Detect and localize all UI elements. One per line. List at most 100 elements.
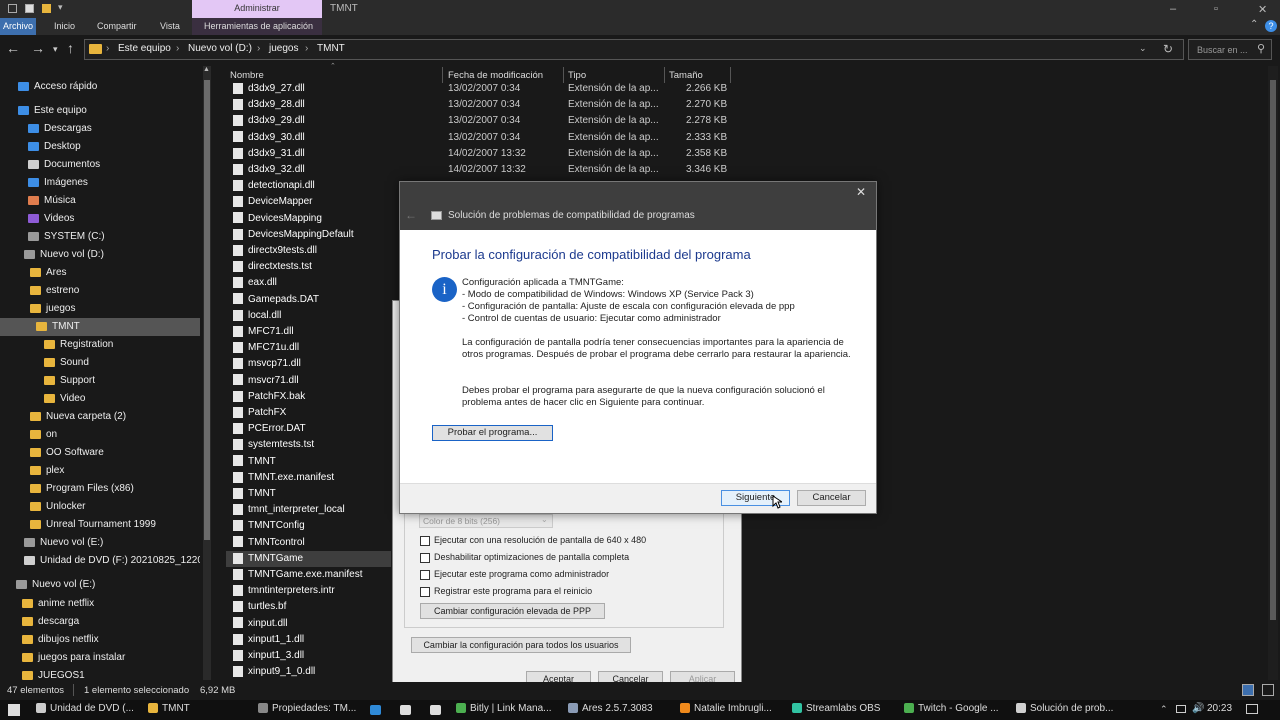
breadcrumb-nuevo-vol-d[interactable]: Nuevo vol (D:): [188, 43, 252, 54]
back-icon[interactable]: ←: [6, 40, 20, 56]
recent-locations-icon[interactable]: ▾: [53, 44, 58, 55]
column-divider[interactable]: [730, 67, 731, 83]
sidebar-item[interactable]: SYSTEM (C:): [0, 228, 200, 246]
sidebar-item[interactable]: Documentos: [0, 156, 200, 174]
sidebar-item[interactable]: Support: [0, 372, 200, 390]
color-mode-select[interactable]: Color de 8 bits (256): [419, 514, 553, 528]
sidebar-item[interactable]: anime netflix: [0, 595, 200, 613]
file-row[interactable]: MFC71u.dll: [226, 340, 391, 356]
taskbar-button[interactable]: Propiedades: TM...: [258, 703, 356, 714]
store-icon[interactable]: [430, 705, 441, 715]
file-row[interactable]: eax.dll: [226, 275, 391, 291]
sidebar-item[interactable]: Unlocker: [0, 498, 200, 516]
network-icon[interactable]: [1176, 705, 1186, 713]
file-row[interactable]: d3dx9_31.dll: [226, 146, 391, 162]
file-row[interactable]: TMNT: [226, 486, 391, 502]
file-row[interactable]: d3dx9_30.dll: [226, 130, 391, 146]
sidebar-item[interactable]: Imágenes: [0, 174, 200, 192]
file-row[interactable]: TMNT: [226, 454, 391, 470]
file-row[interactable]: xinput.dll: [226, 616, 391, 632]
quick-access-dropdown-icon[interactable]: ▾: [58, 2, 63, 13]
file-row[interactable]: MFC71.dll: [226, 324, 391, 340]
taskbar-button[interactable]: Streamlabs OBS: [792, 703, 880, 714]
tray-chevron-icon[interactable]: ⌃: [1160, 704, 1168, 715]
sidebar-item[interactable]: juegos para instalar: [0, 649, 200, 667]
file-row[interactable]: directxtests.tst: [226, 259, 391, 275]
start-icon[interactable]: [8, 704, 20, 716]
file-row[interactable]: turtles.bf: [226, 599, 391, 615]
tab-compartir[interactable]: Compartir: [97, 18, 137, 34]
column-divider[interactable]: [664, 67, 665, 83]
file-row[interactable]: TMNTConfig: [226, 518, 391, 534]
sidebar-item[interactable]: Música: [0, 192, 200, 210]
help-icon[interactable]: ?: [1265, 20, 1277, 32]
address-dropdown-icon[interactable]: ⌄: [1139, 43, 1147, 54]
sidebar-item[interactable]: Registration: [0, 336, 200, 354]
sidebar-item[interactable]: Unreal Tournament 1999: [0, 516, 200, 534]
file-row[interactable]: tmnt_interpreter_local: [226, 502, 391, 518]
column-divider[interactable]: [442, 67, 443, 83]
sidebar-item[interactable]: Descargas: [0, 120, 200, 138]
file-row[interactable]: d3dx9_28.dll: [226, 97, 391, 113]
large-icons-view-icon[interactable]: [1262, 684, 1274, 696]
file-row[interactable]: DeviceMapper: [226, 194, 391, 210]
sidebar-item[interactable]: Video: [0, 390, 200, 408]
mail-icon[interactable]: [400, 705, 411, 715]
taskbar-button[interactable]: Natalie Imbrugli...: [680, 703, 772, 714]
breadcrumb-este-equipo[interactable]: Este equipo: [118, 43, 171, 54]
file-row[interactable]: directx9tests.dll: [226, 243, 391, 259]
check-disable-fullscreen[interactable]: Deshabilitar optimizaciones de pantalla …: [420, 552, 629, 563]
file-row[interactable]: tmntinterpreters.intr: [226, 583, 391, 599]
sidebar-scrollbar-thumb[interactable]: [204, 80, 210, 540]
sidebar-item[interactable]: descarga: [0, 613, 200, 631]
file-row[interactable]: detectionapi.dll: [226, 178, 391, 194]
sidebar-item[interactable]: Unidad de DVD (F:) 20210825_12202: [0, 552, 200, 570]
sidebar-item[interactable]: Program Files (x86): [0, 480, 200, 498]
clock[interactable]: 20:23: [1207, 703, 1232, 714]
sidebar-item[interactable]: Acceso rápido: [0, 78, 200, 96]
minimize-icon[interactable]: –: [1170, 3, 1176, 15]
sidebar-item[interactable]: on: [0, 426, 200, 444]
sidebar-item[interactable]: estreno: [0, 282, 200, 300]
file-row[interactable]: TMNTGame: [226, 550, 391, 567]
column-divider[interactable]: [563, 67, 564, 83]
edge-icon[interactable]: [370, 705, 381, 715]
tab-vista[interactable]: Vista: [160, 18, 180, 34]
file-row[interactable]: xinput1_3.dll: [226, 648, 391, 664]
refresh-icon[interactable]: ↻: [1163, 42, 1173, 56]
search-icon[interactable]: ⚲: [1257, 42, 1265, 55]
file-row[interactable]: TMNT.exe.manifest: [226, 470, 391, 486]
wizard-back-icon[interactable]: ←: [405, 208, 417, 222]
sidebar-item[interactable]: TMNT: [0, 318, 200, 336]
test-program-button[interactable]: Probar el programa...: [432, 425, 553, 441]
file-row[interactable]: PatchFX: [226, 405, 391, 421]
filelist-scrollbar-thumb[interactable]: [1270, 80, 1276, 620]
volume-icon[interactable]: 🔊: [1192, 703, 1204, 714]
checkbox-icon[interactable]: [420, 552, 430, 563]
file-row[interactable]: xinput1_1.dll: [226, 632, 391, 648]
file-row[interactable]: PatchFX.bak: [226, 389, 391, 405]
sidebar-item[interactable]: Este equipo: [0, 102, 200, 120]
breadcrumb-juegos[interactable]: juegos: [269, 43, 298, 54]
file-row[interactable]: msvcp71.dll: [226, 356, 391, 372]
file-row[interactable]: d3dx9_29.dll: [226, 113, 391, 129]
notifications-icon[interactable]: [1246, 704, 1258, 714]
tab-archivo[interactable]: Archivo: [0, 18, 36, 35]
taskbar-button[interactable]: Unidad de DVD (...: [36, 703, 134, 714]
checkbox-icon[interactable]: [420, 535, 430, 546]
file-row[interactable]: systemtests.tst: [226, 437, 391, 453]
wizard-close-icon[interactable]: ✕: [856, 185, 866, 199]
file-row[interactable]: DevicesMappingDefault: [226, 227, 391, 243]
file-row[interactable]: xinput9_1_0.dll: [226, 664, 391, 680]
up-icon[interactable]: ↑: [67, 40, 74, 56]
file-row[interactable]: d3dx9_32.dll: [226, 162, 391, 178]
sidebar-item[interactable]: OO Software: [0, 444, 200, 462]
tab-herramientas-aplicacion[interactable]: Herramientas de aplicación: [204, 18, 313, 34]
sidebar-item[interactable]: Sound: [0, 354, 200, 372]
checkbox-icon[interactable]: [420, 586, 430, 597]
file-row[interactable]: d3dx9_27.dll: [226, 81, 391, 97]
file-row[interactable]: Gamepads.DAT: [226, 292, 391, 308]
change-dpi-button[interactable]: Cambiar configuración elevada de PPP: [420, 603, 605, 619]
file-row[interactable]: DevicesMapping: [226, 211, 391, 227]
taskbar-button[interactable]: Twitch - Google ...: [904, 703, 999, 714]
